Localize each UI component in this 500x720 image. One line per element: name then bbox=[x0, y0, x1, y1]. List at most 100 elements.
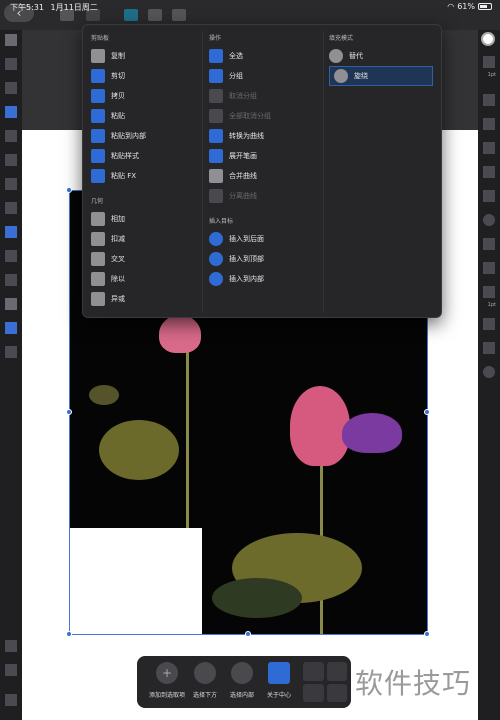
winding-fill-icon bbox=[334, 69, 348, 83]
menu-select-all[interactable]: 全选 bbox=[209, 46, 271, 66]
menu-intersect[interactable]: 交叉 bbox=[91, 249, 146, 269]
separate-curves-icon bbox=[209, 189, 223, 203]
fill-mode-winding[interactable]: 旋绕 bbox=[329, 66, 433, 86]
image-icon[interactable] bbox=[483, 262, 495, 274]
select-below-icon bbox=[194, 662, 216, 684]
status-bar: 下午5:31 1月11日周二 ◠ 61% bbox=[0, 0, 500, 14]
pen-tool-icon[interactable] bbox=[5, 202, 17, 214]
stroke-icon[interactable] bbox=[483, 56, 495, 68]
brush-panel-icon[interactable] bbox=[483, 94, 495, 106]
menu-paste-fx[interactable]: 粘贴 FX bbox=[91, 166, 146, 186]
fill-tool-icon[interactable] bbox=[5, 226, 17, 238]
fill-mode-alternate[interactable]: 替代 bbox=[329, 46, 433, 66]
corner-tool-icon[interactable] bbox=[5, 82, 17, 94]
menu-insert-top[interactable]: 插入到顶部 bbox=[209, 249, 271, 269]
divide-shape-icon bbox=[91, 272, 105, 286]
navigator-icon[interactable] bbox=[483, 342, 495, 354]
menu-convert-to-curves[interactable]: 转换为曲线 bbox=[209, 126, 271, 146]
resize-handle[interactable] bbox=[66, 631, 72, 637]
menu-cut[interactable]: 剪切 bbox=[91, 66, 146, 86]
crop-tool-icon[interactable] bbox=[5, 274, 17, 286]
align-icon[interactable] bbox=[326, 662, 347, 681]
align-icon[interactable] bbox=[303, 662, 324, 681]
intersect-shape-icon bbox=[91, 252, 105, 266]
menu-label: 全部取消分组 bbox=[229, 112, 271, 120]
menu-label: 旋绕 bbox=[354, 72, 368, 80]
menu-subtract[interactable]: 扣减 bbox=[91, 229, 146, 249]
flower-stem bbox=[186, 340, 189, 528]
operations-heading: 操作 bbox=[209, 35, 222, 42]
expand-stroke-icon bbox=[209, 149, 223, 163]
assets-icon[interactable] bbox=[483, 166, 495, 178]
copy-icon bbox=[91, 49, 105, 63]
menu-paste-inside[interactable]: 粘贴到内部 bbox=[91, 126, 146, 146]
color-picker-icon[interactable] bbox=[5, 346, 17, 358]
point-transform-icon[interactable] bbox=[5, 106, 17, 118]
join-curves-icon bbox=[209, 169, 223, 183]
menu-label: 插入到后面 bbox=[229, 235, 264, 243]
menu-add[interactable]: 相加 bbox=[91, 209, 146, 229]
menu-expand-stroke[interactable]: 展开笔画 bbox=[209, 146, 271, 166]
menu-label: 插入到内部 bbox=[229, 275, 264, 283]
menu-paste[interactable]: 粘贴 bbox=[91, 106, 146, 126]
layers-icon[interactable] bbox=[483, 118, 495, 130]
swatches-icon[interactable] bbox=[483, 190, 495, 202]
resize-handle[interactable] bbox=[66, 187, 72, 193]
color-swatch-icon[interactable] bbox=[481, 32, 495, 46]
close-icon[interactable] bbox=[5, 640, 17, 652]
menu-label: 粘贴 bbox=[111, 112, 125, 120]
menu-group[interactable]: 分组 bbox=[209, 66, 271, 86]
transform-icon[interactable] bbox=[483, 318, 495, 330]
menu-duplicate[interactable]: 拷贝 bbox=[91, 86, 146, 106]
battery-icon bbox=[478, 3, 492, 10]
menu-label: 扣减 bbox=[111, 235, 125, 243]
column-divider bbox=[323, 31, 324, 313]
convert-curves-icon bbox=[209, 129, 223, 143]
effects-icon[interactable] bbox=[483, 142, 495, 154]
menu-label: 替代 bbox=[349, 52, 363, 60]
menu-label: 复制 bbox=[111, 52, 125, 60]
menu-label: 分组 bbox=[229, 72, 243, 80]
menu-copy[interactable]: 复制 bbox=[91, 46, 146, 66]
text-style-icon[interactable] bbox=[483, 286, 495, 298]
add-to-selection-button[interactable]: + 添加到选取项 bbox=[143, 662, 191, 699]
rectangle-tool-icon[interactable] bbox=[5, 298, 17, 310]
menu-divide[interactable]: 除以 bbox=[91, 269, 146, 289]
paste-fx-icon bbox=[91, 169, 105, 183]
node-tool-icon[interactable] bbox=[5, 58, 17, 70]
text-tool-icon[interactable] bbox=[5, 322, 17, 334]
center-icon bbox=[268, 662, 290, 684]
align-icon[interactable] bbox=[303, 683, 324, 702]
undo-icon[interactable] bbox=[5, 664, 17, 676]
history-icon[interactable] bbox=[483, 366, 495, 378]
vector-brush-icon[interactable] bbox=[5, 178, 17, 190]
resize-handle[interactable] bbox=[66, 409, 72, 415]
menu-join-curves[interactable]: 合并曲线 bbox=[209, 166, 271, 186]
paste-icon bbox=[91, 109, 105, 123]
trash-icon[interactable] bbox=[5, 694, 17, 706]
resize-handle[interactable] bbox=[245, 631, 251, 637]
button-label: 关于中心 bbox=[266, 692, 291, 699]
align-icon[interactable] bbox=[326, 683, 347, 702]
transparency-tool-icon[interactable] bbox=[5, 250, 17, 262]
menu-insert-inside[interactable]: 插入到内部 bbox=[209, 269, 271, 289]
menu-label: 粘贴到内部 bbox=[111, 132, 146, 140]
insert-inside-icon bbox=[209, 272, 223, 286]
color-wheel-icon[interactable] bbox=[483, 214, 495, 226]
wifi-icon: ◠ bbox=[447, 2, 455, 11]
menu-xor[interactable]: 异或 bbox=[91, 289, 146, 309]
resize-handle[interactable] bbox=[424, 409, 430, 415]
menu-insert-behind[interactable]: 插入到后面 bbox=[209, 229, 271, 249]
transform-center-button[interactable]: 关于中心 bbox=[261, 662, 297, 699]
select-below-button[interactable]: 选择下方 bbox=[187, 662, 223, 699]
fx-icon[interactable] bbox=[483, 238, 495, 250]
contour-tool-icon[interactable] bbox=[5, 130, 17, 142]
insert-target-heading: 插入目标 bbox=[209, 218, 234, 225]
resize-handle[interactable] bbox=[424, 631, 430, 637]
menu-paste-style[interactable]: 粘贴样式 bbox=[91, 146, 146, 166]
move-tool-icon[interactable] bbox=[5, 34, 17, 46]
pencil-tool-icon[interactable] bbox=[5, 154, 17, 166]
photo-right[interactable] bbox=[202, 318, 427, 634]
select-inside-button[interactable]: 选择内部 bbox=[224, 662, 260, 699]
group-icon bbox=[209, 69, 223, 83]
